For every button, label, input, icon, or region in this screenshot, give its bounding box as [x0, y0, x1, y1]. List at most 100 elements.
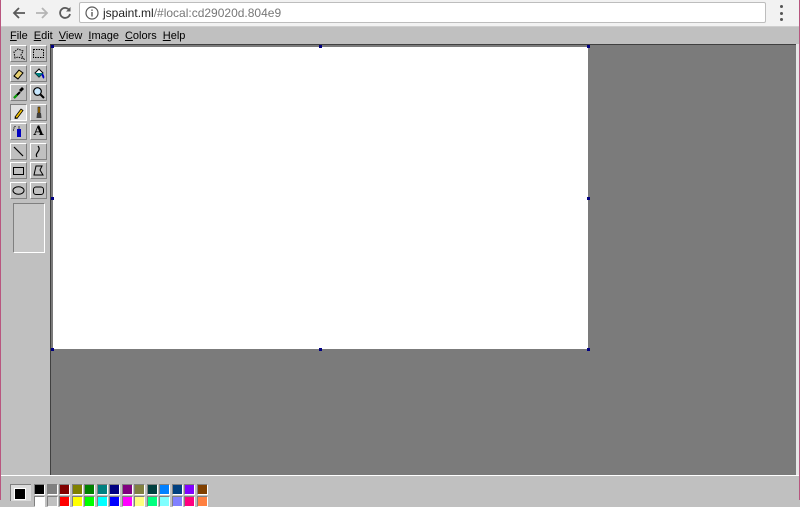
browser-toolbar: jspaint.ml/#local:cd29020d.804e9 — [1, 0, 799, 27]
address-bar[interactable]: jspaint.ml/#local:cd29020d.804e9 — [79, 2, 766, 23]
foreground-color[interactable] — [14, 488, 26, 500]
tool-fill-with-color[interactable] — [30, 64, 47, 82]
fill-with-color-icon — [34, 67, 45, 79]
airbrush-icon — [12, 125, 21, 137]
ellipse-icon — [12, 185, 25, 195]
back-button[interactable] — [9, 3, 29, 23]
color-swatch-top-14[interactable] — [196, 484, 208, 495]
resize-handle-top — [319, 45, 322, 48]
curve-icon — [35, 145, 40, 157]
arrow-right-icon — [36, 7, 49, 19]
tool-free-form-select[interactable] — [10, 45, 27, 62]
resize-handle-right[interactable] — [587, 197, 590, 200]
menu-label: ile — [16, 29, 28, 42]
tool-polygon[interactable] — [30, 162, 47, 179]
pencil-icon — [14, 107, 24, 119]
tool-rectangle[interactable] — [10, 162, 27, 179]
color-swatch-top-4[interactable] — [71, 484, 83, 495]
resize-handle-left — [51, 197, 54, 200]
current-colors[interactable] — [10, 484, 31, 501]
menu-view[interactable]: View — [59, 30, 83, 42]
color-swatch-bottom-8[interactable] — [121, 496, 133, 507]
reload-icon — [59, 7, 71, 19]
color-swatch-top-8[interactable] — [121, 484, 133, 495]
color-swatch-top-13[interactable] — [184, 484, 195, 495]
url-path: /#local:cd29020d.804e9 — [153, 5, 282, 20]
color-swatch-bottom-12[interactable] — [171, 496, 183, 507]
select-icon — [33, 49, 44, 58]
color-swatch-top-3[interactable] — [59, 484, 70, 495]
url-host: jspaint.ml — [103, 5, 154, 20]
tool-pick-color[interactable] — [10, 84, 27, 101]
menu-label: olors — [132, 29, 157, 42]
polygon-icon — [33, 165, 44, 176]
tool-airbrush[interactable] — [10, 123, 27, 140]
color-swatch-bottom-1[interactable] — [34, 496, 45, 507]
resize-handle-bottom-right[interactable] — [587, 348, 590, 351]
menu-edit[interactable]: Edit — [34, 30, 53, 42]
tool-text[interactable]: A — [30, 123, 47, 140]
color-swatch-bottom-11[interactable] — [159, 496, 170, 507]
color-swatch-top-1[interactable] — [34, 484, 45, 495]
tool-curve[interactable] — [30, 142, 47, 160]
menu-label: dit — [41, 29, 53, 42]
reload-button[interactable] — [55, 3, 75, 23]
tool-line[interactable] — [10, 142, 27, 160]
color-swatch-bottom-4[interactable] — [71, 496, 83, 507]
menu-help[interactable]: Help — [163, 30, 186, 42]
tool-options-panel[interactable] — [13, 203, 45, 253]
color-swatch-bottom-14[interactable] — [196, 496, 208, 507]
color-swatch-bottom-5[interactable] — [84, 496, 95, 507]
brush-icon — [36, 106, 42, 118]
color-swatch-bottom-9[interactable] — [134, 496, 145, 507]
color-swatch-top-5[interactable] — [84, 484, 95, 495]
menu-accelerator: H — [162, 29, 171, 42]
color-swatch-bottom-7[interactable] — [109, 496, 120, 507]
color-swatch-bottom-6[interactable] — [96, 496, 108, 507]
color-swatch-top-11[interactable] — [159, 484, 170, 495]
menu-image[interactable]: Image — [88, 30, 119, 42]
tool-brush[interactable] — [30, 103, 47, 121]
menu-accelerator: F — [10, 29, 17, 42]
drawing-canvas[interactable] — [53, 47, 588, 349]
menu-label: mage — [91, 29, 119, 42]
color-swatch-top-7[interactable] — [109, 484, 120, 495]
menu-label: elp — [170, 29, 186, 42]
color-swatch-top-9[interactable] — [134, 484, 145, 495]
url-text: jspaint.ml/#local:cd29020d.804e9 — [103, 6, 281, 20]
tool-ellipse[interactable] — [10, 181, 27, 199]
color-swatch-bottom-3[interactable] — [59, 496, 70, 507]
resize-handle-top-left — [51, 45, 54, 48]
tool-eraser[interactable] — [10, 64, 27, 82]
rectangle-icon — [13, 167, 24, 175]
tool-rounded-rectangle[interactable] — [30, 181, 47, 199]
color-swatch-top-2[interactable] — [46, 484, 58, 495]
info-icon[interactable] — [85, 5, 99, 20]
color-swatch-top-12[interactable] — [171, 484, 183, 495]
menu-file[interactable]: File — [10, 30, 28, 42]
free-form-select-icon — [13, 48, 25, 60]
color-swatch-bottom-13[interactable] — [184, 496, 195, 507]
tool-pencil[interactable] — [10, 103, 27, 121]
color-swatch-top-10[interactable] — [146, 484, 158, 495]
color-swatch-bottom-2[interactable] — [46, 496, 58, 507]
resize-handle-bottom[interactable] — [319, 348, 322, 351]
eraser-icon — [13, 68, 24, 80]
tool-magnifier[interactable] — [30, 84, 47, 101]
text-icon: A — [33, 124, 44, 139]
browser-menu-icon[interactable] — [774, 5, 788, 21]
menu-label: iew — [65, 29, 83, 42]
color-swatch-bottom-10[interactable] — [146, 496, 158, 507]
pick-color-icon — [13, 87, 24, 99]
menu-accelerator: V — [58, 29, 66, 42]
magnifier-icon — [33, 87, 45, 99]
menu-colors[interactable]: Colors — [125, 30, 157, 42]
scrollbar-track[interactable] — [796, 44, 799, 475]
menu-bar: File Edit View Image Colors Help — [1, 27, 799, 44]
color-swatch-top-6[interactable] — [96, 484, 108, 495]
menu-accelerator: E — [33, 29, 42, 42]
tool-select[interactable] — [30, 45, 47, 62]
forward-button[interactable] — [32, 3, 52, 23]
arrow-left-icon — [12, 7, 25, 19]
color-box — [1, 475, 799, 507]
